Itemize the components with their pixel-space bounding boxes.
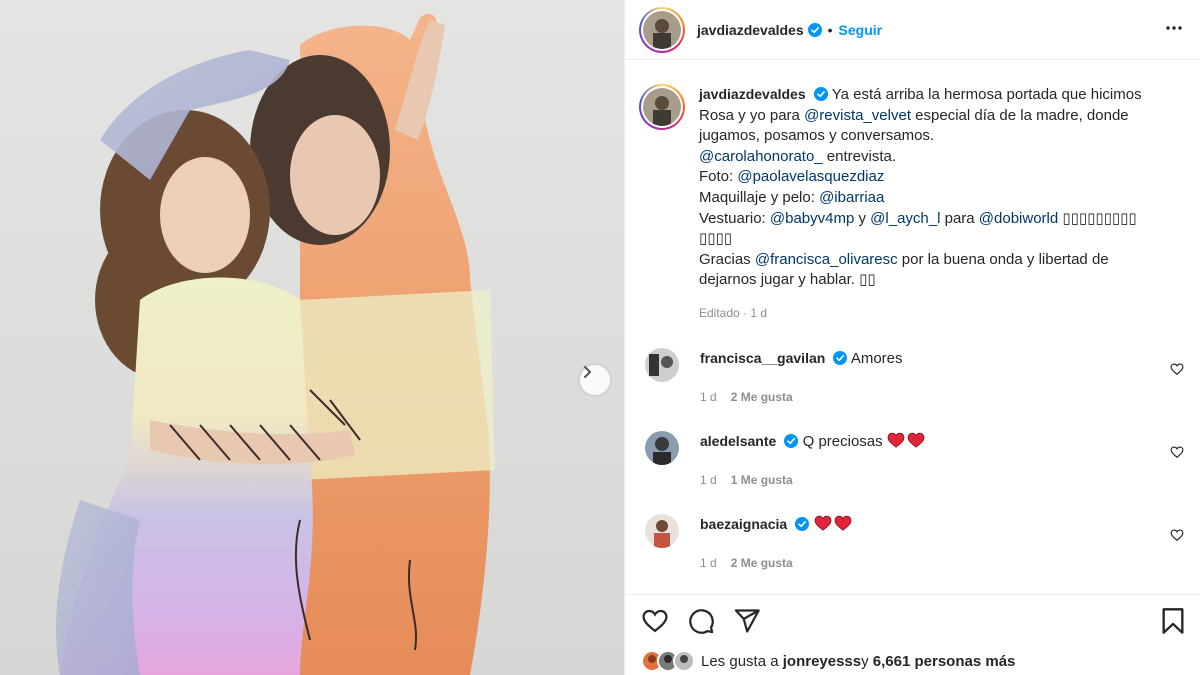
red-heart-emoji-icon: [907, 432, 925, 448]
comment-avatar[interactable]: [645, 513, 679, 548]
author-avatar[interactable]: [639, 6, 685, 53]
liker-avatars[interactable]: [641, 650, 695, 672]
comment-time[interactable]: 1 d: [700, 473, 717, 487]
mention-link[interactable]: @dobiworld: [979, 210, 1058, 227]
comment: baezaignacia 1 d 2 Me gusta: [639, 513, 1184, 573]
like-comment-heart-icon[interactable]: [1170, 445, 1184, 459]
comment: francisca__gavilan Amores 1 d 2 Me gusta: [639, 347, 1184, 407]
like-comment-heart-icon[interactable]: [1170, 362, 1184, 376]
caption-meta: Editado · 1 d: [699, 305, 768, 320]
mention-link[interactable]: @ibarriaa: [819, 189, 884, 206]
mention-link[interactable]: @francisca_olivaresc: [755, 251, 898, 268]
comment-likes[interactable]: 2 Me gusta: [731, 556, 793, 570]
comment-time[interactable]: 1 d: [700, 556, 717, 570]
post-actions: [625, 594, 1200, 647]
caption-username[interactable]: javdiazdevaldes: [699, 86, 806, 102]
verified-badge-icon: [784, 433, 799, 448]
post-side-panel: javdiazdevaldes • Seguir javdiazdevaldes…: [624, 0, 1200, 675]
likes-middle: y: [861, 652, 869, 670]
red-heart-emoji-icon: [834, 515, 851, 531]
red-heart-emoji-icon: [887, 432, 905, 448]
share-button[interactable]: [733, 607, 761, 635]
verified-badge-icon: [807, 22, 822, 37]
caption-text: Maquillaje y pelo:: [699, 188, 820, 206]
likes-user[interactable]: jonreyesss: [783, 653, 861, 670]
verified-badge-icon: [795, 516, 810, 531]
comment: aledelsante Q preciosas 1 d 1 Me gusta: [639, 430, 1184, 490]
author-username[interactable]: javdiazdevaldes: [697, 22, 804, 38]
likes-prefix: Les gusta a: [701, 652, 779, 670]
caption-author-avatar[interactable]: [639, 84, 685, 130]
comment-text: Q preciosas: [802, 432, 887, 450]
caption-body: javdiazdevaldes Ya está arriba la hermos…: [699, 84, 1159, 324]
caption-text: y: [854, 209, 871, 227]
comment-likes[interactable]: 2 Me gusta: [731, 390, 793, 404]
comment-avatar[interactable]: [645, 347, 679, 382]
post-photo[interactable]: [0, 0, 624, 675]
likes-summary: Les gusta a jonreyesss y 6,661 personas …: [625, 647, 1200, 675]
mention-link[interactable]: @carolahonorato_: [699, 148, 823, 165]
caption-text: entrevista.: [822, 147, 897, 165]
separator-dot: •: [827, 21, 833, 38]
mention-link[interactable]: @paolavelasquezdiaz: [737, 168, 884, 185]
post-header: javdiazdevaldes • Seguir: [625, 0, 1200, 60]
caption-text: Foto:: [699, 168, 738, 186]
comment-likes[interactable]: 1 Me gusta: [731, 473, 793, 487]
verified-badge-icon: [833, 350, 848, 365]
emoji-glyphs: ▯▯: [859, 271, 876, 289]
next-photo-button[interactable]: [580, 365, 610, 395]
like-comment-heart-icon[interactable]: [1170, 528, 1184, 542]
comment-username[interactable]: aledelsante: [700, 433, 776, 449]
like-button[interactable]: [641, 607, 669, 635]
more-options-icon[interactable]: [1164, 18, 1184, 38]
heart-icon: [642, 609, 668, 633]
comment-username[interactable]: francisca__gavilan: [700, 350, 825, 366]
verified-badge-icon: [813, 87, 828, 101]
paper-plane-icon: [734, 609, 760, 633]
save-button[interactable]: [1160, 607, 1186, 635]
caption-text: Vestuario:: [699, 209, 770, 227]
photo-illustration: [56, 14, 495, 675]
comment-time[interactable]: 1 d: [700, 390, 717, 404]
bookmark-icon: [1162, 608, 1184, 634]
comment-avatar[interactable]: [645, 430, 679, 465]
mention-link[interactable]: @babyv4mp: [770, 210, 854, 227]
comment-text: Amores: [850, 349, 903, 367]
instagram-post: javdiazdevaldes • Seguir javdiazdevaldes…: [0, 0, 1200, 675]
comment-button[interactable]: [687, 607, 715, 635]
mention-link[interactable]: @revista_velvet: [804, 107, 911, 124]
mention-link[interactable]: @l_aych_l: [870, 210, 940, 227]
caption-text: para: [940, 209, 979, 227]
comment-username[interactable]: baezaignacia: [700, 516, 787, 532]
caption-text: Gracias: [699, 250, 755, 268]
caption: javdiazdevaldes Ya está arriba la hermos…: [639, 84, 1184, 324]
likes-count[interactable]: 6,661 personas más: [873, 653, 1016, 670]
follow-button[interactable]: Seguir: [839, 22, 883, 38]
red-heart-emoji-icon: [814, 515, 831, 531]
chevron-right-icon: [584, 366, 591, 378]
comment-bubble-icon: [689, 609, 714, 634]
comments-section[interactable]: javdiazdevaldes Ya está arriba la hermos…: [625, 60, 1200, 594]
